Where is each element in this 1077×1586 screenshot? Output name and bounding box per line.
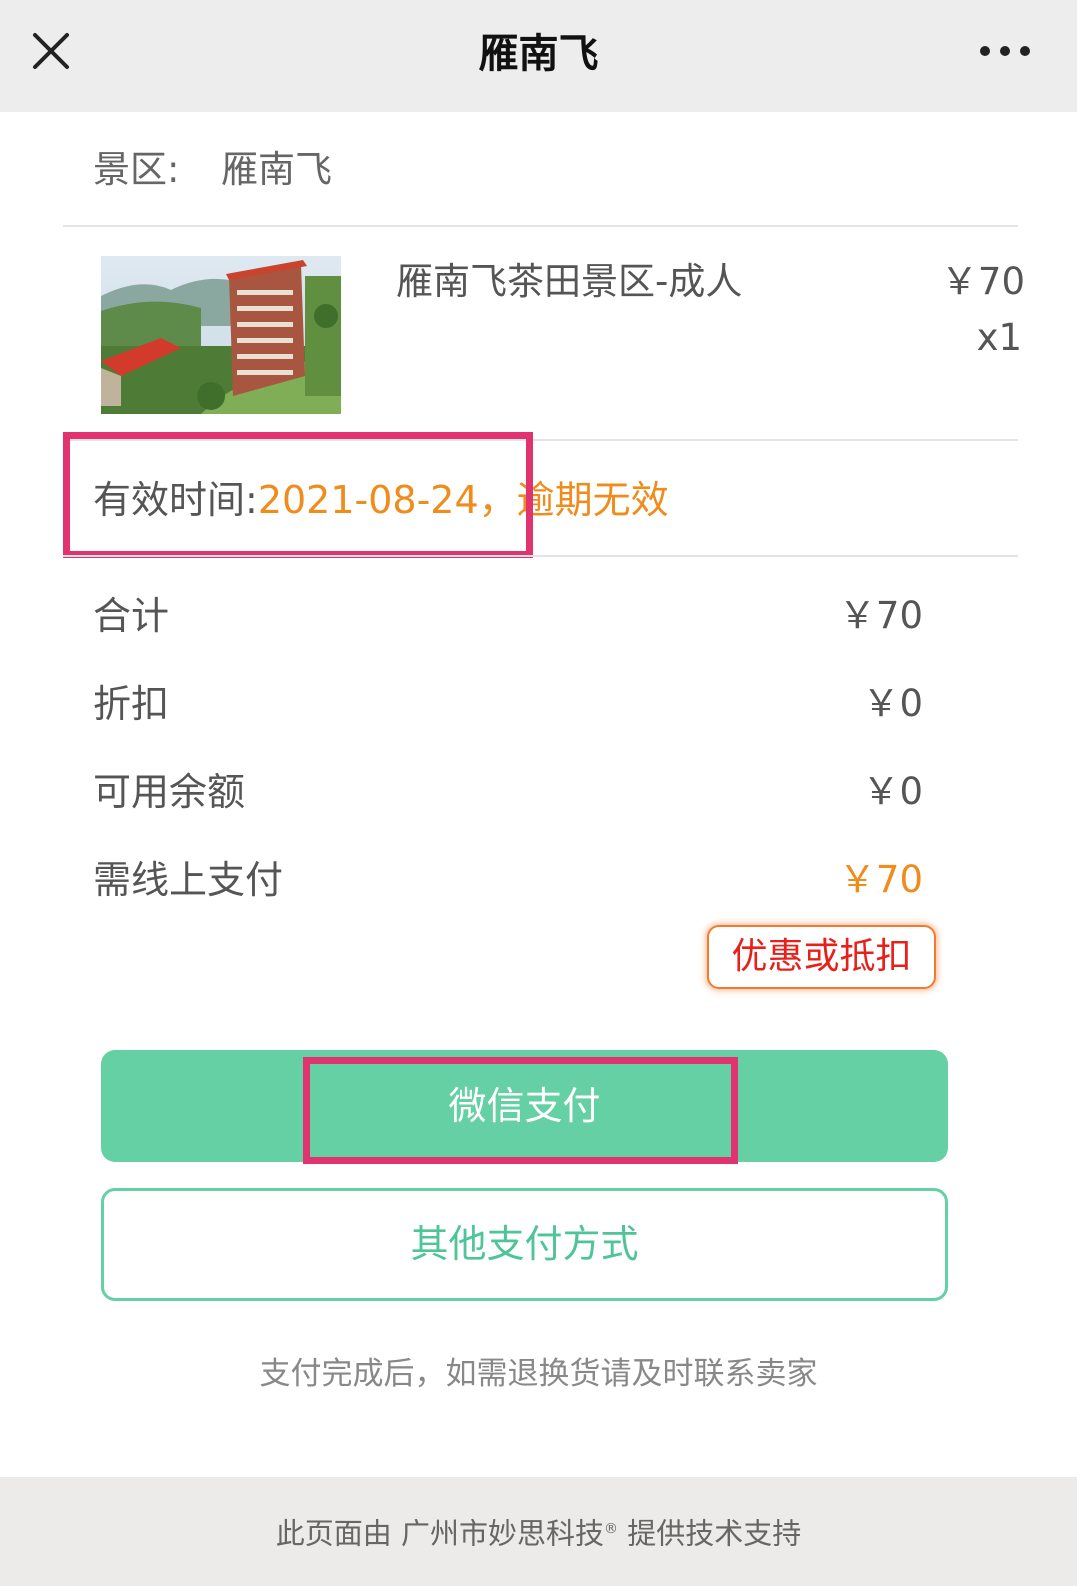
validity-note: 逾期无效 [516,478,669,522]
top-bar: 雁南飞 [0,0,1077,112]
balance-value: ￥0 [862,770,923,813]
scenic-name: 雁南飞 [221,148,332,191]
validity-label: 有效时间: [93,478,258,522]
online-payment-value: ￥70 [838,858,923,901]
product-name: 雁南飞茶田景区-成人 [396,260,743,303]
product-price: ￥70 [940,260,1025,303]
scenic-area: 景区: 雁南飞 [93,144,332,196]
discount-value: ￥0 [862,682,923,725]
other-payment-button[interactable]: 其他支付方式 [101,1188,948,1301]
footer-prefix: 此页面由 广州市妙思科技 [275,1516,604,1551]
divider [63,439,1018,441]
total-label: 合计 [93,594,170,638]
wechat-pay-button[interactable]: 微信支付 [101,1050,948,1162]
registered-mark: ® [604,1521,618,1537]
divider [63,225,1018,227]
total-value: ￥70 [838,594,923,637]
coupon-button[interactable]: 优惠或抵扣 [707,925,936,989]
page-title: 雁南飞 [478,31,599,77]
footer-text: 此页面由 广州市妙思科技® 提供技术支持 [0,1507,1077,1556]
divider [63,555,1018,557]
validity-date: 2021-08-24， [257,478,517,522]
validity-info: 有效时间:2021-08-24，逾期无效 [93,474,669,526]
more-options-icon[interactable] [979,40,1031,62]
online-payment-label: 需线上支付 [93,858,284,902]
refund-notice: 支付完成后，如需退换货请及时联系卖家 [259,1356,818,1392]
balance-label: 可用余额 [93,770,246,814]
footer: 此页面由 广州市妙思科技® 提供技术支持 [0,1477,1077,1586]
footer-suffix: 提供技术支持 [618,1516,802,1551]
product-quantity: x1 [976,316,1022,359]
discount-label: 折扣 [93,682,170,726]
product-thumbnail [101,256,341,414]
scenic-label: 景区: [93,148,180,191]
